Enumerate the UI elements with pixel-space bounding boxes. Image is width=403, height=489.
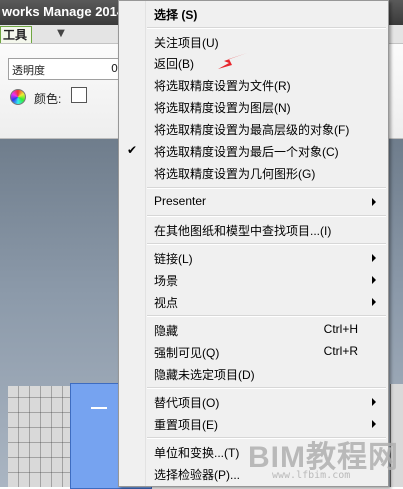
- watermark: BIM教程网 www.lfbim.com: [248, 432, 403, 487]
- annotation-arrow-icon: [218, 53, 247, 69]
- watermark-url: www.lfbim.com: [272, 470, 351, 481]
- arrow-shape: [218, 53, 247, 69]
